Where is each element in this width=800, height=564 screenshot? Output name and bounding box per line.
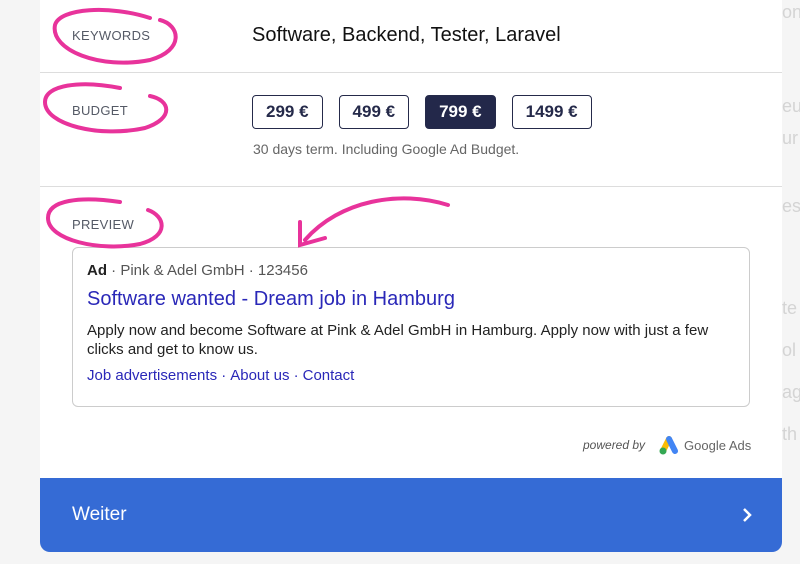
budget-options: 299 € 499 € 799 € 1499 € xyxy=(252,95,592,129)
ad-header: Ad · Pink & Adel GmbH · 123456 xyxy=(87,262,735,279)
ad-badge: Ad xyxy=(87,262,107,279)
continue-label: Weiter xyxy=(72,504,127,525)
sitelink-job-ads[interactable]: Job advertisements · xyxy=(87,367,226,384)
budget-option-799[interactable]: 799 € xyxy=(425,95,496,129)
background-text: eu xyxy=(782,96,800,116)
sitelink-about[interactable]: About us · xyxy=(230,367,298,384)
background-text: ol xyxy=(782,340,797,360)
chevron-right-icon xyxy=(743,508,752,522)
ad-advertiser: · Pink & Adel GmbH · xyxy=(111,262,254,279)
preview-label: PREVIEW xyxy=(72,217,135,232)
background-text: ons xyxy=(782,2,800,22)
budget-label: BUDGET xyxy=(72,103,128,118)
budget-note: 30 days term. Including Google Ad Budget… xyxy=(253,141,520,157)
budget-option-499[interactable]: 499 € xyxy=(338,95,410,129)
ad-description: Apply now and become Software at Pink & … xyxy=(87,322,709,358)
keywords-label: KEYWORDS xyxy=(72,28,151,43)
budget-option-299[interactable]: 299 € xyxy=(252,95,323,129)
continue-button[interactable]: Weiter xyxy=(40,478,782,552)
powered-by-text: powered by xyxy=(583,438,646,452)
budget-option-1499[interactable]: 1499 € xyxy=(511,95,592,129)
keywords-value: Software, Backend, Tester, Laravel xyxy=(252,24,561,46)
ad-sitelinks: Job advertisements · About us · Contact xyxy=(87,367,735,384)
background-text: ag xyxy=(782,382,800,402)
ad-preview: Ad · Pink & Adel GmbH · 123456 Software … xyxy=(72,247,750,407)
ad-phone: 123456 xyxy=(257,262,308,279)
ad-config-card: KEYWORDS Software, Backend, Tester, Lara… xyxy=(40,0,782,552)
background-text: es xyxy=(782,196,800,216)
google-ads-icon xyxy=(659,436,679,455)
powered-by: powered by Google Ads xyxy=(583,434,751,456)
background-text: te xyxy=(782,298,798,318)
divider xyxy=(40,186,782,187)
background-text: th xyxy=(782,424,798,444)
sitelink-contact[interactable]: Contact xyxy=(303,367,355,384)
divider xyxy=(40,72,782,73)
background-text: ur xyxy=(782,128,799,148)
google-ads-text: Google Ads xyxy=(684,437,752,453)
ad-title[interactable]: Software wanted - Dream job in Hamburg xyxy=(87,288,735,311)
google-ads-logo: Google Ads xyxy=(657,434,751,456)
